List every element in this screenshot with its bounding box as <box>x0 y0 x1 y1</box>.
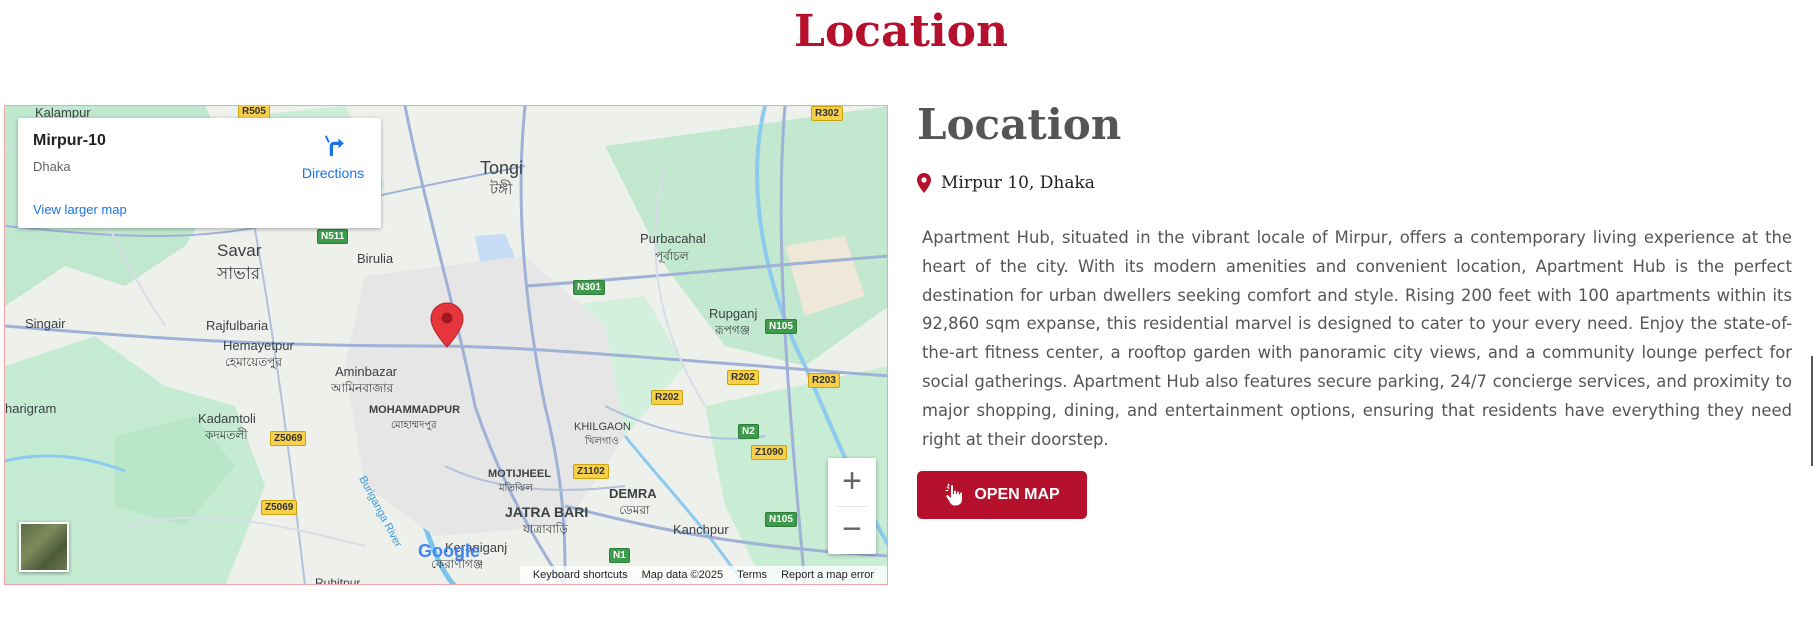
section-title: Location <box>917 100 1122 149</box>
map-label: ডেমরা <box>619 503 650 517</box>
map-label: Aminbazar <box>335 364 398 379</box>
road-tag: Z1090 <box>751 445 788 460</box>
zoom-controls: + − <box>828 458 876 554</box>
map-marker-icon <box>917 173 931 193</box>
map-label: খিলগাও <box>585 436 619 447</box>
road-tag: N1 <box>609 548 630 563</box>
place-info-card: Mirpur-10 Dhaka Directions View larger m… <box>18 118 381 228</box>
open-map-label: OPEN MAP <box>974 486 1060 503</box>
road-tag: Z1102 <box>573 464 609 479</box>
map-label: Singair <box>25 316 66 331</box>
hand-pointer-icon <box>945 483 963 506</box>
location-info: Location Mirpur 10, Dhaka Apartment Hub,… <box>917 100 1793 519</box>
road-tag: R203 <box>808 373 840 388</box>
embedded-map[interactable]: Kalampur Tongi টঙ্গী Savar সাভার Birulia… <box>4 105 888 585</box>
report-error-link[interactable]: Report a map error <box>781 569 874 581</box>
road-tag: Z5069 <box>270 431 307 446</box>
map-label: Kanchpur <box>673 522 729 537</box>
road-tag: R302 <box>811 106 843 121</box>
view-larger-map-link[interactable]: View larger map <box>33 202 127 217</box>
map-label: KHILGAON <box>574 421 631 433</box>
map-label: Tongi <box>480 158 524 178</box>
satellite-toggle[interactable] <box>19 522 69 572</box>
directions-arrow-icon <box>324 135 344 156</box>
map-label: যাত্রাবাড়ি <box>523 522 568 536</box>
map-label: Ruhitpur <box>315 576 361 585</box>
map-attribution: Keyboard shortcuts Map data ©2025 Terms … <box>519 566 887 584</box>
road-tag: R202 <box>727 370 759 385</box>
map-label: Rajfulbaria <box>206 318 269 333</box>
map-label: JATRA BARI <box>505 504 589 520</box>
map-pin-icon[interactable] <box>430 302 464 348</box>
map-label: MOTIJHEEL <box>488 468 551 480</box>
map-label: পূর্বাচল <box>655 249 689 263</box>
place-name: Mirpur-10 <box>33 132 106 149</box>
map-data-text: Map data ©2025 <box>641 569 724 581</box>
map-label: DEMRA <box>609 486 657 501</box>
location-description: Apartment Hub, situated in the vibrant l… <box>922 228 1792 449</box>
google-logo: Google <box>418 541 480 562</box>
road-tag: N105 <box>765 319 797 334</box>
road-tag: N511 <box>317 229 349 244</box>
map-label: Savar <box>217 241 262 260</box>
map-label: মোহাম্মদপুর <box>391 420 437 431</box>
map-label: সাভার <box>217 264 261 283</box>
map-label: Hemayetpur <box>223 338 294 353</box>
road-tag: N301 <box>573 280 605 295</box>
open-map-button[interactable]: OPEN MAP <box>917 471 1087 519</box>
address-row: Mirpur 10, Dhaka <box>917 173 1095 193</box>
map-label: আমিনবাজার <box>331 381 394 395</box>
directions-label: Directions <box>301 165 365 181</box>
place-subtitle: Dhaka <box>33 159 71 174</box>
map-label: কদমতলী <box>205 428 248 442</box>
road-tag: N105 <box>765 512 797 527</box>
map-label: Birulia <box>357 251 394 266</box>
map-label: Purbacahal <box>640 231 706 246</box>
page-title: Location <box>794 6 1008 57</box>
zoom-in-button[interactable]: + <box>828 458 876 506</box>
keyboard-shortcuts-link[interactable]: Keyboard shortcuts <box>533 569 628 581</box>
road-tag: N2 <box>738 424 759 439</box>
map-label: MOHAMMADPUR <box>369 404 461 416</box>
map-label: মতিঝিল <box>499 483 533 494</box>
road-tag: Z5069 <box>261 500 298 515</box>
google-logo-text: Google <box>418 541 480 561</box>
map-label: harigram <box>5 401 57 416</box>
address-text: Mirpur 10, Dhaka <box>941 173 1095 193</box>
directions-link[interactable]: Directions <box>291 132 375 181</box>
road-tag: R202 <box>651 390 683 405</box>
map-label: টঙ্গী <box>490 181 513 198</box>
zoom-out-button[interactable]: − <box>828 506 876 554</box>
map-label: Kadamtoli <box>198 411 256 426</box>
map-label: হেমায়েতপুর <box>225 355 282 369</box>
map-label: Rupganj <box>709 306 758 321</box>
terms-link[interactable]: Terms <box>737 569 767 581</box>
map-label: রূপগঞ্জ <box>715 323 751 337</box>
road-tag: R505 <box>238 106 270 119</box>
